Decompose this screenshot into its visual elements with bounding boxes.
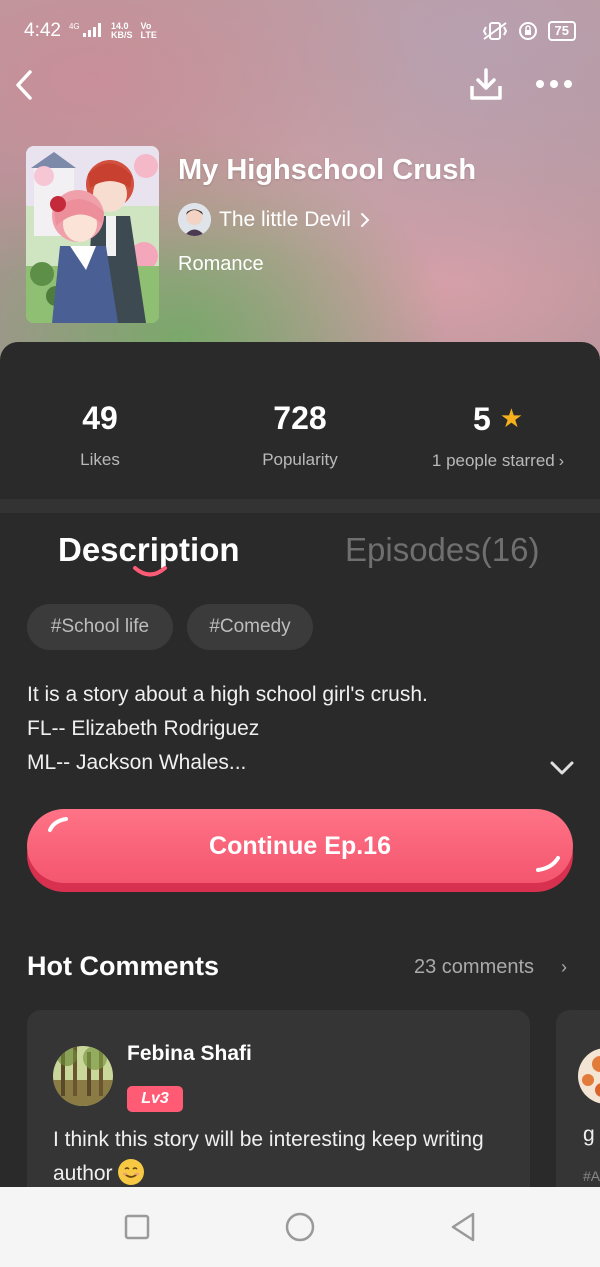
back-nav-icon[interactable]: [441, 1205, 485, 1249]
rating-label: 1 people starred: [431, 451, 555, 470]
author-avatar: [178, 203, 211, 236]
popularity-value: 728: [273, 400, 327, 436]
tab-description[interactable]: Description: [58, 531, 240, 569]
tag-comedy[interactable]: #Comedy: [187, 604, 313, 650]
system-navigation-bar: [0, 1187, 600, 1267]
comment-tag: #A: [583, 1168, 600, 1184]
book-title: My Highschool Crush: [178, 154, 477, 186]
battery-indicator: 75: [547, 21, 576, 41]
lock-rotation-icon: [518, 22, 537, 40]
button-shine-decoration: [48, 817, 68, 832]
level-badge: Lv3: [127, 1086, 183, 1112]
status-left: 4:42 4G 14.0 KB/S Vo LTE: [24, 20, 157, 42]
tab-episodes[interactable]: Episodes(16): [345, 531, 539, 569]
book-cover[interactable]: [26, 146, 159, 323]
chevron-down-icon[interactable]: [548, 757, 576, 779]
stat-popularity: 728 Popularity: [200, 398, 400, 470]
status-time: 4:42: [24, 20, 61, 41]
commenter-avatar[interactable]: [53, 1046, 113, 1106]
network-speed: 14.0 KB/S: [111, 21, 133, 40]
continue-button[interactable]: Continue Ep.16: [27, 809, 573, 883]
home-icon[interactable]: [278, 1205, 322, 1249]
stats-row: 49 Likes 728 Popularity 5 ★ 1 people sta…: [0, 342, 600, 499]
commenter-name[interactable]: Febina Shafi: [127, 1042, 252, 1066]
stat-likes: 49 Likes: [0, 398, 200, 470]
recents-icon[interactable]: [115, 1205, 159, 1249]
comments-count-link[interactable]: 23 comments: [414, 956, 534, 979]
commenter-avatar[interactable]: [576, 1046, 600, 1106]
volte-indicator: Vo LTE: [140, 21, 157, 40]
likes-value: 49: [82, 400, 118, 436]
comment-text: I think this story will be interesting k…: [53, 1123, 513, 1191]
button-shine-decoration: [536, 856, 560, 872]
signal-icon: 4G: [69, 22, 103, 40]
chevron-right-icon: [360, 212, 370, 227]
status-right: 75: [482, 21, 576, 41]
comment-text: g: [583, 1123, 595, 1146]
status-bar: 4:42 4G 14.0 KB/S Vo LTE 75: [0, 0, 600, 62]
popularity-label: Popularity: [262, 450, 338, 469]
star-icon: ★: [499, 403, 523, 433]
hot-comments-title: Hot Comments: [27, 951, 220, 981]
tab-active-indicator: [133, 566, 167, 577]
smile-emoji-icon: [118, 1159, 145, 1185]
tag-school-life[interactable]: #School life: [27, 604, 173, 650]
more-icon[interactable]: [534, 70, 574, 98]
likes-label: Likes: [80, 450, 120, 469]
author-name: The little Devil: [219, 207, 351, 231]
author-link[interactable]: The little Devil: [178, 203, 371, 236]
vibrate-icon: [482, 22, 507, 40]
rating-value: 5: [473, 401, 491, 437]
top-bar: [0, 62, 600, 108]
download-icon[interactable]: [468, 66, 504, 102]
rating-value-row: 5 ★: [398, 398, 598, 439]
chevron-right-icon[interactable]: ›: [561, 957, 567, 978]
rating-label-row: 1 people starred ›: [398, 451, 598, 471]
chevron-right-icon: ›: [558, 453, 565, 470]
back-icon[interactable]: [12, 68, 36, 102]
stat-rating[interactable]: 5 ★ 1 people starred ›: [398, 398, 598, 471]
description-text: It is a story about a high school girl's…: [27, 683, 428, 774]
book-genre: Romance: [178, 253, 264, 275]
section-divider: [0, 499, 600, 513]
